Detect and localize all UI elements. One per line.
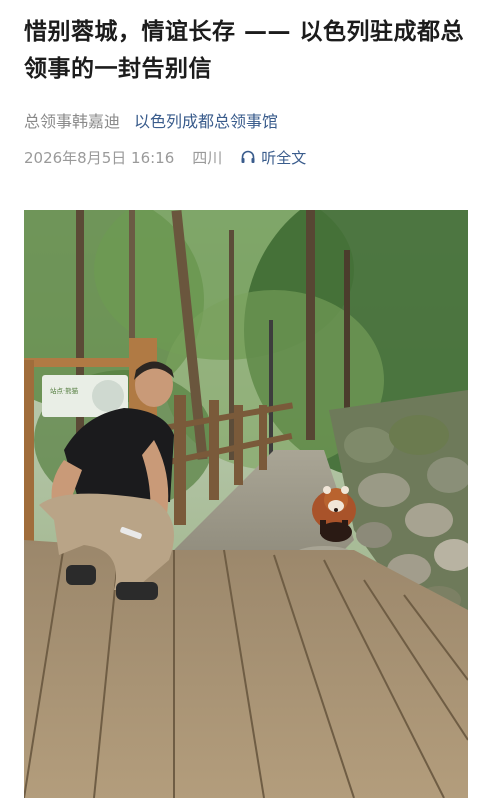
article-title: 惜别蓉城，情谊长存 —— 以色列驻成都总领事的一封告别信 xyxy=(24,19,465,82)
sign-text: 站点·熊猫 xyxy=(50,386,79,395)
author-name[interactable]: 总领事韩嘉迪 xyxy=(24,108,120,132)
listen-label: 听全文 xyxy=(261,148,307,167)
byline: 总领事韩嘉迪 以色列成都总领事馆 xyxy=(24,109,278,131)
publisher-link[interactable]: 以色列成都总领事馆 xyxy=(134,108,278,132)
article-meta: 2026年8月5日 16:16 四川 听全文 xyxy=(24,146,306,168)
article-photo[interactable]: 站点·熊猫 xyxy=(24,210,468,798)
listen-button[interactable]: 听全文 xyxy=(240,147,306,168)
headphones-icon xyxy=(241,150,255,163)
location-tag: 四川 xyxy=(192,148,223,167)
publish-date: 2026年8月5日 16:16 xyxy=(24,148,175,167)
